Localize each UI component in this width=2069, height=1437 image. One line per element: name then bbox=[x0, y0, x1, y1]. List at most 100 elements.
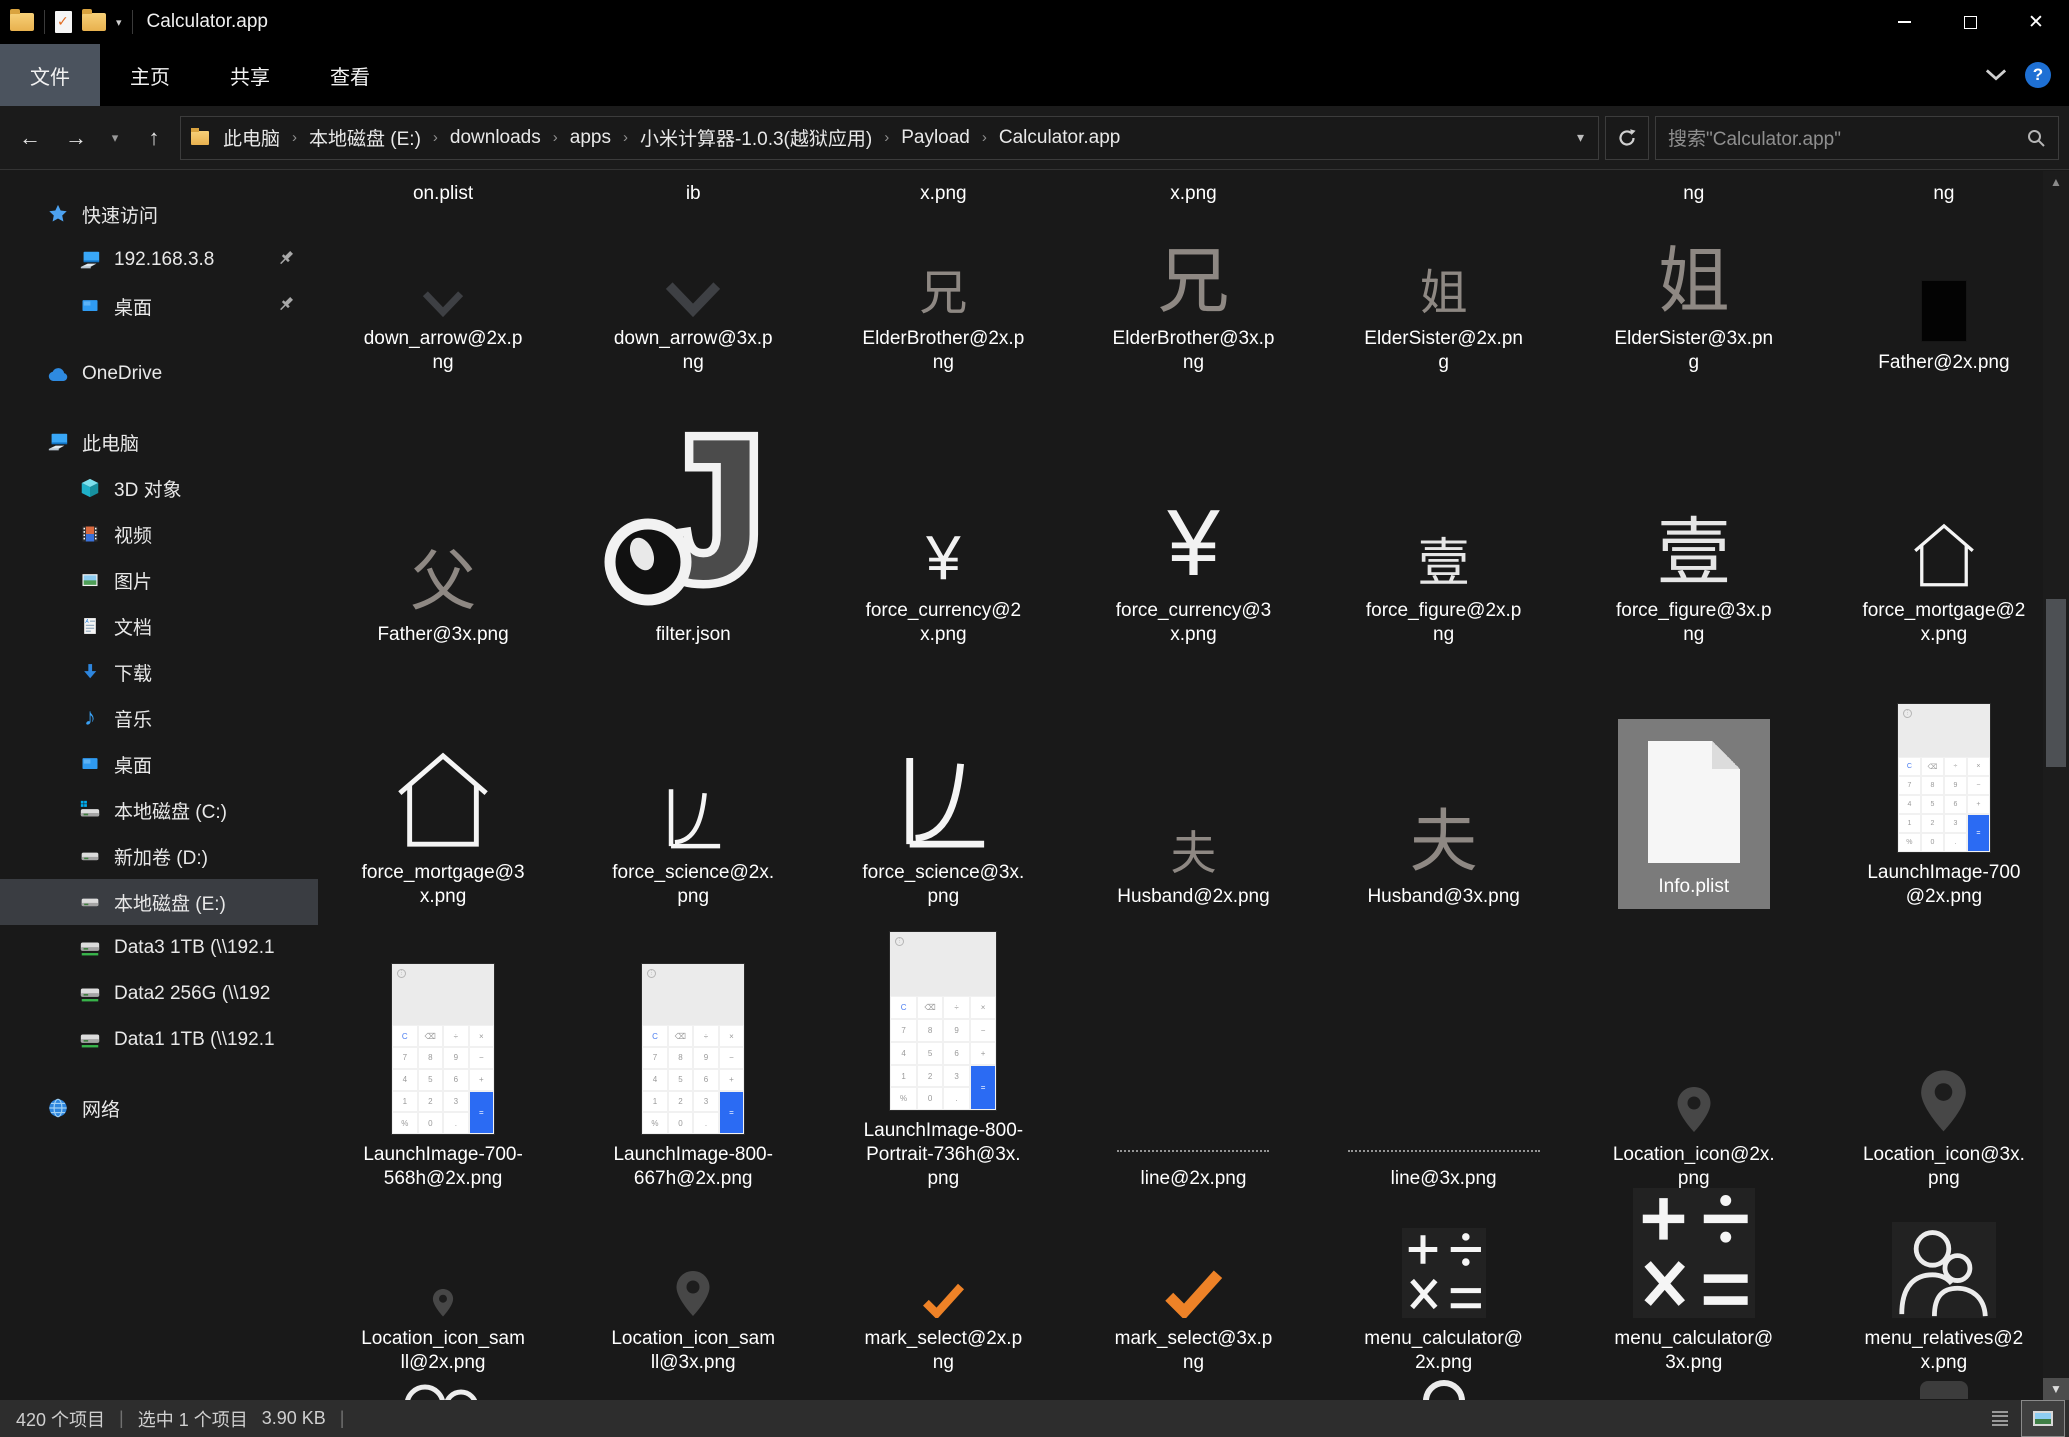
file-item[interactable]: 壹force_figure@3x.png bbox=[1569, 375, 1819, 647]
file-item[interactable]: mark_select@2x.png bbox=[818, 1191, 1068, 1375]
search-box[interactable]: 搜索"Calculator.app" bbox=[1655, 116, 2059, 160]
file-item[interactable]: 壹force_figure@2x.png bbox=[1319, 375, 1569, 647]
forward-button[interactable]: → bbox=[56, 118, 96, 158]
breadcrumb-segment[interactable]: 本地磁盘 (E:) bbox=[305, 124, 425, 151]
file-item[interactable]: 夫Husband@2x.png bbox=[1068, 647, 1318, 909]
selected-file-highlight[interactable]: Info.plist bbox=[1618, 719, 1770, 909]
file-item[interactable]: ⋮C⌫÷×789−456+123=%0.LaunchImage-700-568h… bbox=[318, 909, 568, 1191]
breadcrumb-segment[interactable]: 小米计算器-1.0.3(越狱应用) bbox=[636, 124, 876, 151]
tab-file[interactable]: 文件 bbox=[0, 44, 100, 106]
breadcrumb-separator-icon[interactable]: › bbox=[974, 129, 995, 146]
sidebar-item-5[interactable]: 3D 对象 bbox=[0, 465, 318, 511]
expand-ribbon-chevron-icon[interactable] bbox=[1985, 68, 2007, 82]
close-button[interactable]: ✕ bbox=[2003, 0, 2069, 44]
file-item-cut[interactable]: on.plist bbox=[318, 171, 568, 205]
file-item-cut[interactable]: x.png bbox=[1068, 171, 1318, 205]
file-item[interactable]: ¥force_currency@2x.png bbox=[818, 375, 1068, 647]
breadcrumb-separator-icon[interactable]: › bbox=[545, 129, 566, 146]
file-item[interactable]: down_arrow@3x.png bbox=[568, 205, 818, 375]
file-item[interactable]: ⋮C⌫÷×789−456+123=%0.LaunchImage-800-667h… bbox=[568, 909, 818, 1191]
refresh-button[interactable] bbox=[1605, 116, 1649, 160]
tab-home[interactable]: 主页 bbox=[100, 44, 200, 106]
properties-icon[interactable] bbox=[55, 11, 72, 33]
file-item[interactable]: Location_icon_samll@2x.png bbox=[318, 1191, 568, 1375]
file-item[interactable]: ¥force_currency@3x.png bbox=[1068, 375, 1318, 647]
file-item[interactable]: force_science@2x.png bbox=[568, 647, 818, 909]
file-item-partial[interactable] bbox=[318, 1375, 568, 1400]
file-item[interactable]: Location_icon@2x.png bbox=[1569, 909, 1819, 1191]
minimize-button[interactable] bbox=[1871, 0, 1937, 44]
file-item[interactable]: menu_relatives@2x.png bbox=[1819, 1191, 2069, 1375]
address-bar[interactable]: 此电脑›本地磁盘 (E:)›downloads›apps›小米计算器-1.0.3… bbox=[180, 116, 1599, 160]
recent-locations-chevron-icon[interactable]: ▾ bbox=[102, 118, 128, 158]
file-item-cut[interactable]: ib bbox=[568, 171, 818, 205]
file-item[interactable]: menu_calculator@2x.png bbox=[1319, 1191, 1569, 1375]
breadcrumb-segment[interactable]: Payload bbox=[897, 127, 974, 149]
file-item-cut[interactable]: ng bbox=[1819, 171, 2069, 205]
qat-customize-chevron-icon[interactable]: ▾ bbox=[116, 16, 122, 29]
file-item-partial[interactable] bbox=[1319, 1375, 1569, 1400]
sidebar-item-0[interactable]: 快速访问 bbox=[0, 191, 318, 237]
file-item[interactable]: 姐ElderSister@3x.png bbox=[1569, 205, 1819, 375]
sidebar-item-18[interactable]: 网络 bbox=[0, 1085, 318, 1131]
sidebar-item-17[interactable]: Data1 1TB (\\192.1 bbox=[0, 1017, 318, 1063]
new-folder-icon[interactable] bbox=[82, 13, 106, 31]
breadcrumb-separator-icon[interactable]: › bbox=[425, 129, 446, 146]
address-dropdown-chevron-icon[interactable]: ▾ bbox=[1577, 129, 1588, 146]
sidebar-item-12[interactable]: 本地磁盘 (C:) bbox=[0, 787, 318, 833]
vertical-scrollbar[interactable]: ▲ ▼ bbox=[2043, 171, 2069, 1400]
file-item[interactable]: 兄ElderBrother@3x.png bbox=[1068, 205, 1318, 375]
breadcrumb-segment[interactable]: apps bbox=[566, 127, 615, 149]
file-item[interactable]: Location_icon@3x.png bbox=[1819, 909, 2069, 1191]
tab-share[interactable]: 共享 bbox=[200, 44, 300, 106]
breadcrumb-segment[interactable]: Calculator.app bbox=[995, 127, 1124, 149]
sidebar-item-4[interactable]: 此电脑 bbox=[0, 419, 318, 465]
sidebar-item-3[interactable]: OneDrive bbox=[0, 351, 318, 397]
file-item[interactable]: mark_select@3x.png bbox=[1068, 1191, 1318, 1375]
tab-view[interactable]: 查看 bbox=[300, 44, 400, 106]
scroll-up-icon[interactable]: ▲ bbox=[2043, 171, 2069, 193]
file-item-partial[interactable] bbox=[1819, 1375, 2069, 1400]
file-item-cut[interactable]: x.png bbox=[818, 171, 1068, 205]
file-item[interactable]: Location_icon_samll@3x.png bbox=[568, 1191, 818, 1375]
sidebar-item-16[interactable]: Data2 256G (\\192 bbox=[0, 971, 318, 1017]
thumbnail-view-button[interactable] bbox=[2021, 1400, 2065, 1437]
maximize-button[interactable] bbox=[1937, 0, 2003, 44]
file-item[interactable]: force_mortgage@3x.png bbox=[318, 647, 568, 909]
breadcrumb-separator-icon[interactable]: › bbox=[876, 129, 897, 146]
file-item[interactable]: 夫Husband@3x.png bbox=[1319, 647, 1569, 909]
file-item[interactable]: 兄ElderBrother@2x.png bbox=[818, 205, 1068, 375]
breadcrumb-segment[interactable]: downloads bbox=[446, 127, 545, 149]
sidebar-item-15[interactable]: Data3 1TB (\\192.1 bbox=[0, 925, 318, 971]
file-item[interactable]: force_mortgage@2x.png bbox=[1819, 375, 2069, 647]
sidebar-item-11[interactable]: 桌面 bbox=[0, 741, 318, 787]
file-item-cut[interactable]: ng bbox=[1569, 171, 1819, 205]
file-item[interactable]: 姐ElderSister@2x.png bbox=[1319, 205, 1569, 375]
file-item[interactable]: line@3x.png bbox=[1319, 909, 1569, 1191]
file-item[interactable]: menu_calculator@3x.png bbox=[1569, 1191, 1819, 1375]
scroll-down-icon[interactable]: ▼ bbox=[2043, 1378, 2069, 1400]
up-button[interactable]: ↑ bbox=[134, 118, 174, 158]
file-item[interactable]: Info.plist bbox=[1569, 647, 1819, 909]
sidebar-item-2[interactable]: 桌面 bbox=[0, 283, 318, 329]
help-icon[interactable]: ? bbox=[2025, 62, 2051, 88]
back-button[interactable]: ← bbox=[10, 118, 50, 158]
file-item[interactable]: ⋮C⌫÷×789−456+123=%0.LaunchImage-700@2x.p… bbox=[1819, 647, 2069, 909]
breadcrumb-separator-icon[interactable]: › bbox=[284, 129, 305, 146]
file-item[interactable]: Jfilter.json bbox=[568, 375, 818, 647]
file-item[interactable]: ⋮C⌫÷×789−456+123=%0.LaunchImage-800-Port… bbox=[818, 909, 1068, 1191]
sidebar-item-8[interactable]: A文档 bbox=[0, 603, 318, 649]
file-item[interactable]: Father@2x.png bbox=[1819, 205, 2069, 375]
sidebar-item-6[interactable]: 视频 bbox=[0, 511, 318, 557]
file-item[interactable]: line@2x.png bbox=[1068, 909, 1318, 1191]
file-item[interactable]: down_arrow@2x.png bbox=[318, 205, 568, 375]
sidebar-item-10[interactable]: ♪音乐 bbox=[0, 695, 318, 741]
sidebar-item-13[interactable]: 新加卷 (D:) bbox=[0, 833, 318, 879]
scrollbar-thumb[interactable] bbox=[2046, 599, 2066, 767]
file-item[interactable]: force_science@3x.png bbox=[818, 647, 1068, 909]
file-item[interactable]: 父Father@3x.png bbox=[318, 375, 568, 647]
sidebar-item-7[interactable]: 图片 bbox=[0, 557, 318, 603]
sidebar-item-9[interactable]: 下载 bbox=[0, 649, 318, 695]
breadcrumb-segment[interactable]: 此电脑 bbox=[219, 124, 284, 151]
sidebar-item-1[interactable]: 192.168.3.8 bbox=[0, 237, 318, 283]
